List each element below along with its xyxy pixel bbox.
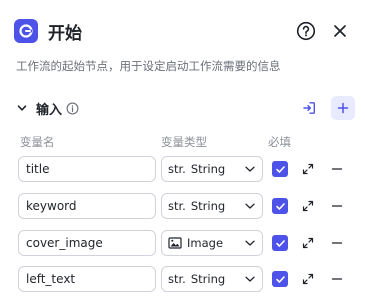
variable-type-select[interactable]: str. String (161, 156, 263, 182)
type-label: Image (187, 236, 224, 250)
variable-name-input[interactable]: cover_image (18, 230, 156, 256)
import-button[interactable] (297, 96, 321, 120)
remove-icon[interactable] (329, 271, 345, 287)
flow-start-icon (14, 19, 38, 43)
expand-icon[interactable] (300, 271, 316, 287)
variable-row: title str. String (18, 156, 350, 184)
remove-icon[interactable] (329, 235, 345, 251)
section-title: 输入 (36, 102, 63, 118)
variable-type-select[interactable]: str. String (161, 266, 263, 292)
chevron-down-icon (244, 273, 256, 285)
remove-icon[interactable] (329, 161, 345, 177)
question-circle-icon[interactable] (295, 20, 317, 42)
panel-header: 开始 (14, 17, 351, 45)
input-section-header: 输入 (16, 96, 355, 120)
variable-row: keyword str. String (18, 193, 350, 221)
close-icon[interactable] (329, 20, 351, 42)
type-prefix: str. (168, 162, 186, 176)
chevron-down-icon (244, 163, 256, 175)
required-checkbox[interactable] (272, 198, 288, 214)
column-header-name: 变量名 (20, 135, 55, 149)
required-checkbox[interactable] (272, 161, 288, 177)
required-checkbox[interactable] (272, 235, 288, 251)
type-label: String (190, 272, 226, 286)
column-header-type: 变量类型 (161, 135, 207, 149)
info-icon[interactable] (66, 102, 79, 115)
variable-row: left_text str. String (18, 266, 350, 294)
chevron-down-icon[interactable] (16, 102, 28, 114)
required-checkbox[interactable] (272, 271, 288, 287)
type-prefix: str. (168, 272, 186, 286)
plus-icon (337, 102, 349, 114)
node-description: 工作流的起始节点，用于设定启动工作流需要的信息 (16, 59, 281, 73)
expand-icon[interactable] (300, 235, 316, 251)
variable-type-select[interactable]: str. String (161, 193, 263, 219)
import-icon (302, 101, 316, 115)
start-node-panel: 开始 工作流的起始节点，用于设定启动工作流需要的信息 输入 变量名 变量类型 必… (0, 0, 365, 302)
image-icon (168, 237, 182, 249)
panel-title: 开始 (48, 23, 82, 44)
chevron-down-icon (244, 200, 256, 212)
variable-row: cover_image Image (18, 230, 350, 258)
variable-type-select[interactable]: Image (161, 230, 263, 256)
column-header-required: 必填 (268, 135, 291, 149)
expand-icon[interactable] (300, 198, 316, 214)
type-label: String (190, 162, 226, 176)
variable-name-input[interactable]: title (18, 156, 156, 182)
variable-name-input[interactable]: keyword (18, 193, 156, 219)
add-variable-button[interactable] (331, 96, 355, 120)
chevron-down-icon (244, 237, 256, 249)
variable-name-input[interactable]: left_text (18, 266, 156, 292)
remove-icon[interactable] (329, 198, 345, 214)
type-prefix: str. (168, 199, 186, 213)
expand-icon[interactable] (300, 161, 316, 177)
type-label: String (190, 199, 226, 213)
